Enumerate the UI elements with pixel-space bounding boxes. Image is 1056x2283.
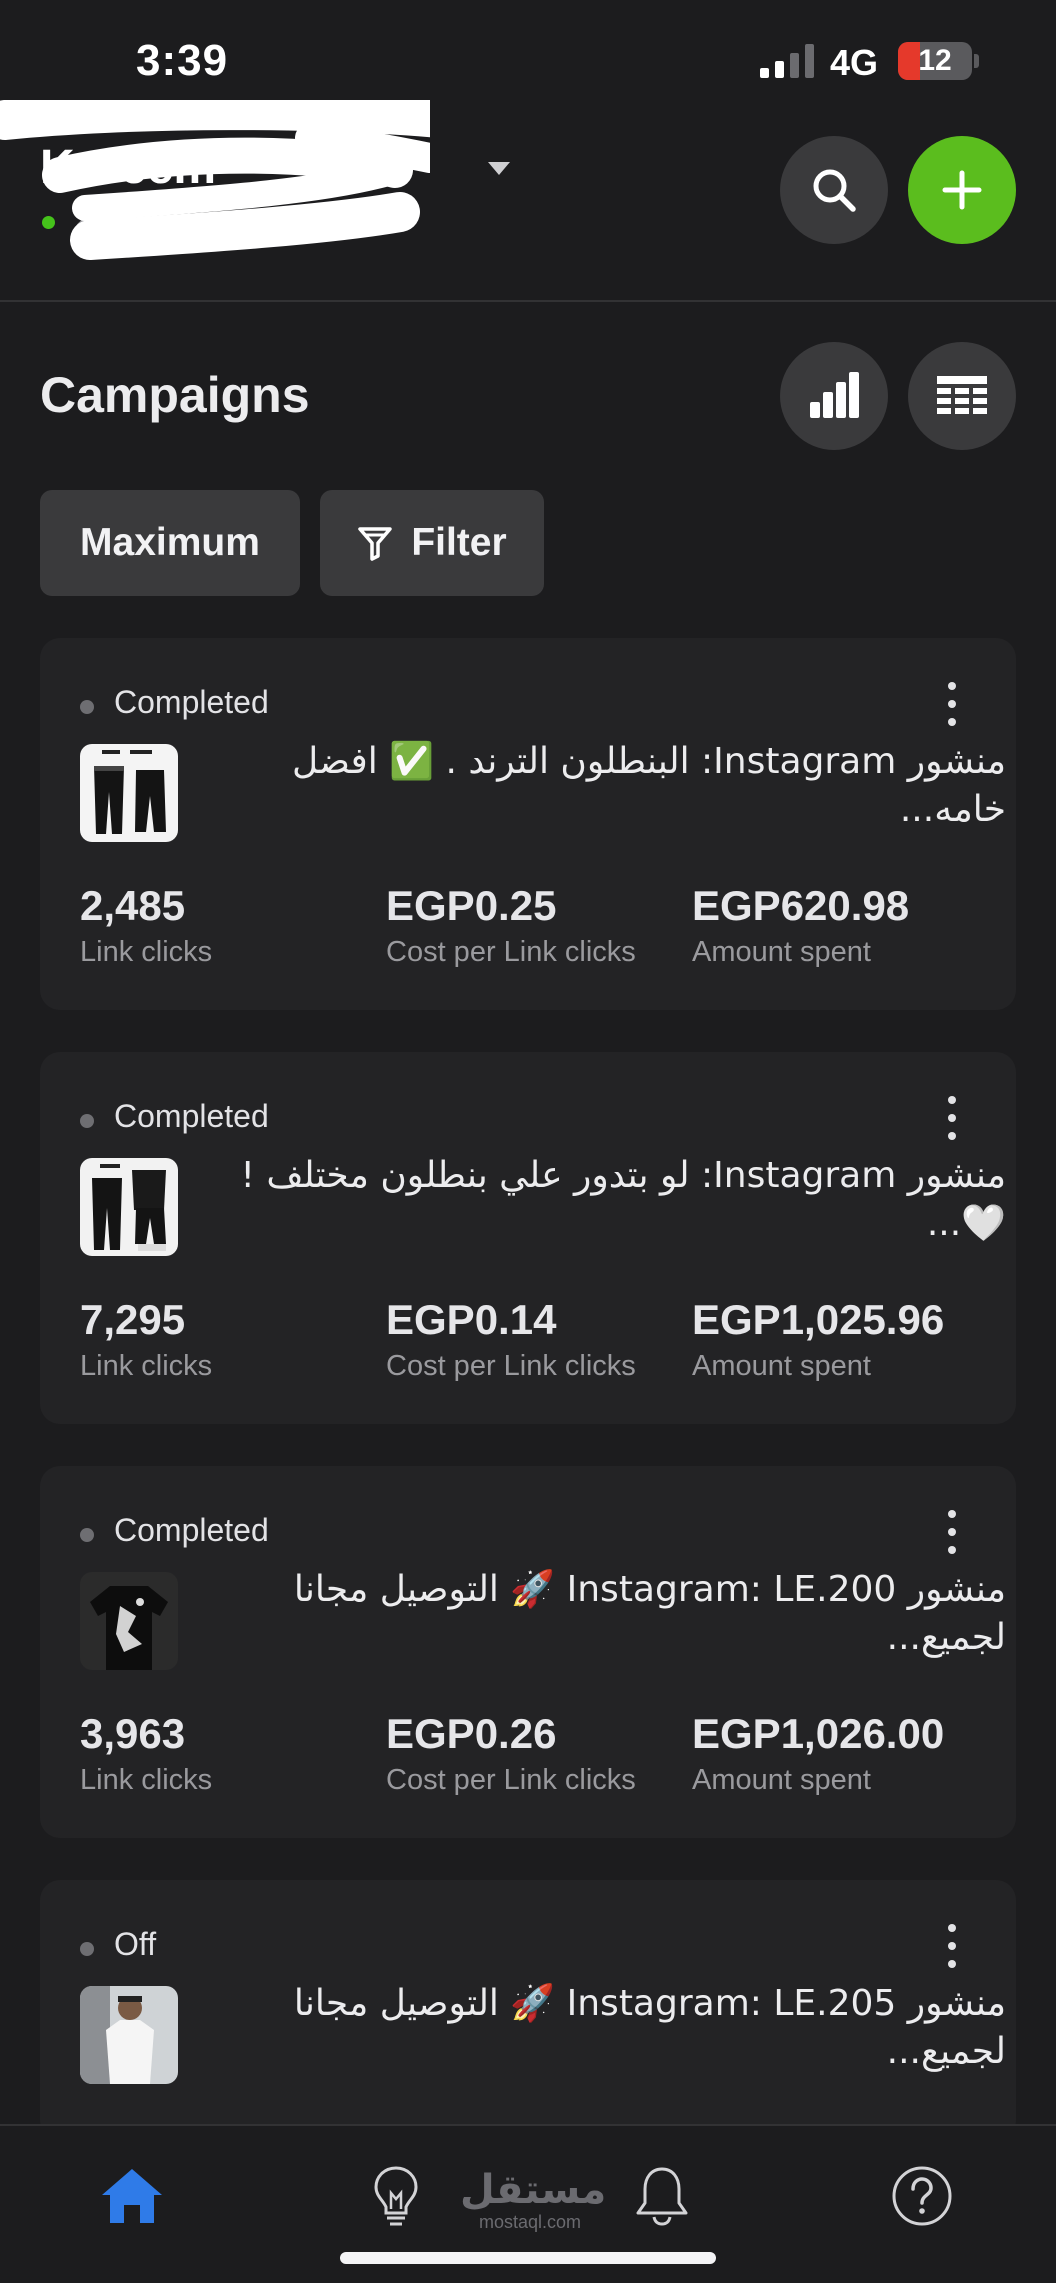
- metric-label: Amount spent: [692, 1764, 871, 1796]
- metric-value: 2,485: [80, 882, 186, 929]
- campaign-card[interactable]: Completed منشور Instagram: البنطلون التر…: [40, 638, 1016, 1010]
- campaign-status: Completed: [114, 684, 269, 720]
- metric-label: Amount spent: [692, 1350, 871, 1382]
- campaign-thumbnail: [80, 1572, 178, 1670]
- battery-icon: 12: [898, 42, 972, 80]
- home-indicator[interactable]: [340, 2252, 716, 2264]
- bar-chart-icon: [810, 372, 859, 418]
- campaign-card[interactable]: Completed منشور Instagram: LE.200 🚀 التو…: [40, 1466, 1016, 1838]
- network-type: 4G: [830, 42, 879, 83]
- help-icon: [892, 2166, 952, 2226]
- metric-amount-spent: EGP1,026.00 Amount spent: [692, 1710, 944, 1797]
- metric-link-clicks: 7,295 Link clicks: [80, 1296, 212, 1383]
- campaign-status: Off: [114, 1926, 157, 1962]
- filter-button[interactable]: Filter: [320, 490, 544, 596]
- campaign-card[interactable]: Completed منشور Instagram: لو بتدور علي …: [40, 1052, 1016, 1424]
- search-icon: [813, 169, 856, 212]
- lightbulb-icon: [374, 2166, 418, 2226]
- campaign-status: Completed: [114, 1512, 269, 1548]
- campaign-title: منشور Instagram: LE.200 🚀 التوصيل مجانا …: [293, 1569, 1006, 1658]
- header-divider: [0, 300, 1056, 302]
- date-range-button[interactable]: Maximum: [40, 490, 300, 596]
- campaign-status: Completed: [114, 1098, 269, 1134]
- filter-label: Filter: [411, 521, 507, 564]
- nav-notifications[interactable]: [622, 2156, 702, 2236]
- status-dot: [80, 1114, 94, 1128]
- metric-link-clicks: 2,485 Link clicks: [80, 882, 212, 969]
- metric-cost-per-click: EGP0.14 Cost per Link clicks: [386, 1296, 636, 1383]
- campaign-title: منشور Instagram: البنطلون الترند . ✅ افض…: [292, 741, 1006, 830]
- metric-label: Cost per Link clicks: [386, 1350, 636, 1382]
- signal-icon: [760, 44, 814, 78]
- metric-value: 3,963: [80, 1710, 186, 1757]
- redaction-scribble: [0, 100, 430, 260]
- status-dot: [80, 1942, 94, 1956]
- metric-value: EGP1,026.00: [692, 1710, 945, 1757]
- date-range-label: Maximum: [80, 521, 260, 564]
- page-title: Campaigns: [40, 367, 310, 423]
- metric-value: 7,295: [80, 1296, 186, 1343]
- bell-icon: [636, 2167, 688, 2226]
- metric-value: EGP0.26: [386, 1710, 557, 1757]
- search-button[interactable]: [780, 136, 888, 244]
- metric-value: EGP620.98: [692, 882, 910, 929]
- home-icon: [102, 2169, 162, 2223]
- metric-value: EGP0.14: [386, 1296, 557, 1343]
- metric-label: Cost per Link clicks: [386, 1764, 636, 1796]
- chart-view-button[interactable]: [780, 342, 888, 450]
- chevron-down-icon[interactable]: [488, 162, 510, 175]
- status-dot: [80, 1528, 94, 1542]
- filter-icon: [358, 527, 393, 561]
- nav-help[interactable]: [882, 2156, 962, 2236]
- metric-value: EGP0.25: [386, 882, 557, 929]
- more-options-icon[interactable]: [940, 1096, 964, 1140]
- watermark-arabic: مستقل: [460, 2167, 607, 2213]
- create-campaign-button[interactable]: [908, 136, 1016, 244]
- status-time: 3:39: [136, 36, 229, 85]
- status-dot: [80, 700, 94, 714]
- table-view-button[interactable]: [908, 342, 1016, 450]
- battery-tip: [974, 54, 979, 68]
- metric-cost-per-click: EGP0.25 Cost per Link clicks: [386, 882, 636, 969]
- metric-value: EGP1,025.96: [692, 1296, 945, 1343]
- metric-label: Amount spent: [692, 936, 871, 968]
- metric-link-clicks: 3,963 Link clicks: [80, 1710, 212, 1797]
- more-options-icon[interactable]: [940, 682, 964, 726]
- metric-amount-spent: EGP1,025.96 Amount spent: [692, 1296, 944, 1383]
- metric-label: Link clicks: [80, 936, 213, 968]
- campaign-title: منشور Instagram: لو بتدور علي بنطلون مخت…: [240, 1155, 1006, 1244]
- watermark-latin: mostaql.com: [478, 2212, 582, 2232]
- watermark: مستقل mostaql.com: [460, 2167, 607, 2232]
- plus-icon: [942, 170, 982, 210]
- metric-label: Cost per Link clicks: [386, 936, 636, 968]
- battery-level: 12: [918, 44, 952, 77]
- more-options-icon[interactable]: [940, 1924, 964, 1968]
- campaign-thumbnail: [80, 1986, 178, 2084]
- campaign-thumbnail: [80, 1158, 178, 1256]
- nav-ideas[interactable]: [356, 2156, 436, 2236]
- campaign-thumbnail: [80, 744, 178, 842]
- metric-amount-spent: EGP620.98 Amount spent: [692, 882, 909, 969]
- metric-label: Link clicks: [80, 1764, 213, 1796]
- nav-home[interactable]: [92, 2156, 172, 2236]
- more-options-icon[interactable]: [940, 1510, 964, 1554]
- metric-cost-per-click: EGP0.26 Cost per Link clicks: [386, 1710, 636, 1797]
- campaign-title: منشور Instagram: LE.205 🚀 التوصيل مجانا …: [293, 1983, 1006, 2072]
- campaign-card[interactable]: Off منشور Instagram: LE.205 🚀 التوصيل مج…: [40, 1880, 1016, 2140]
- table-icon: [937, 376, 987, 414]
- metric-label: Link clicks: [80, 1350, 213, 1382]
